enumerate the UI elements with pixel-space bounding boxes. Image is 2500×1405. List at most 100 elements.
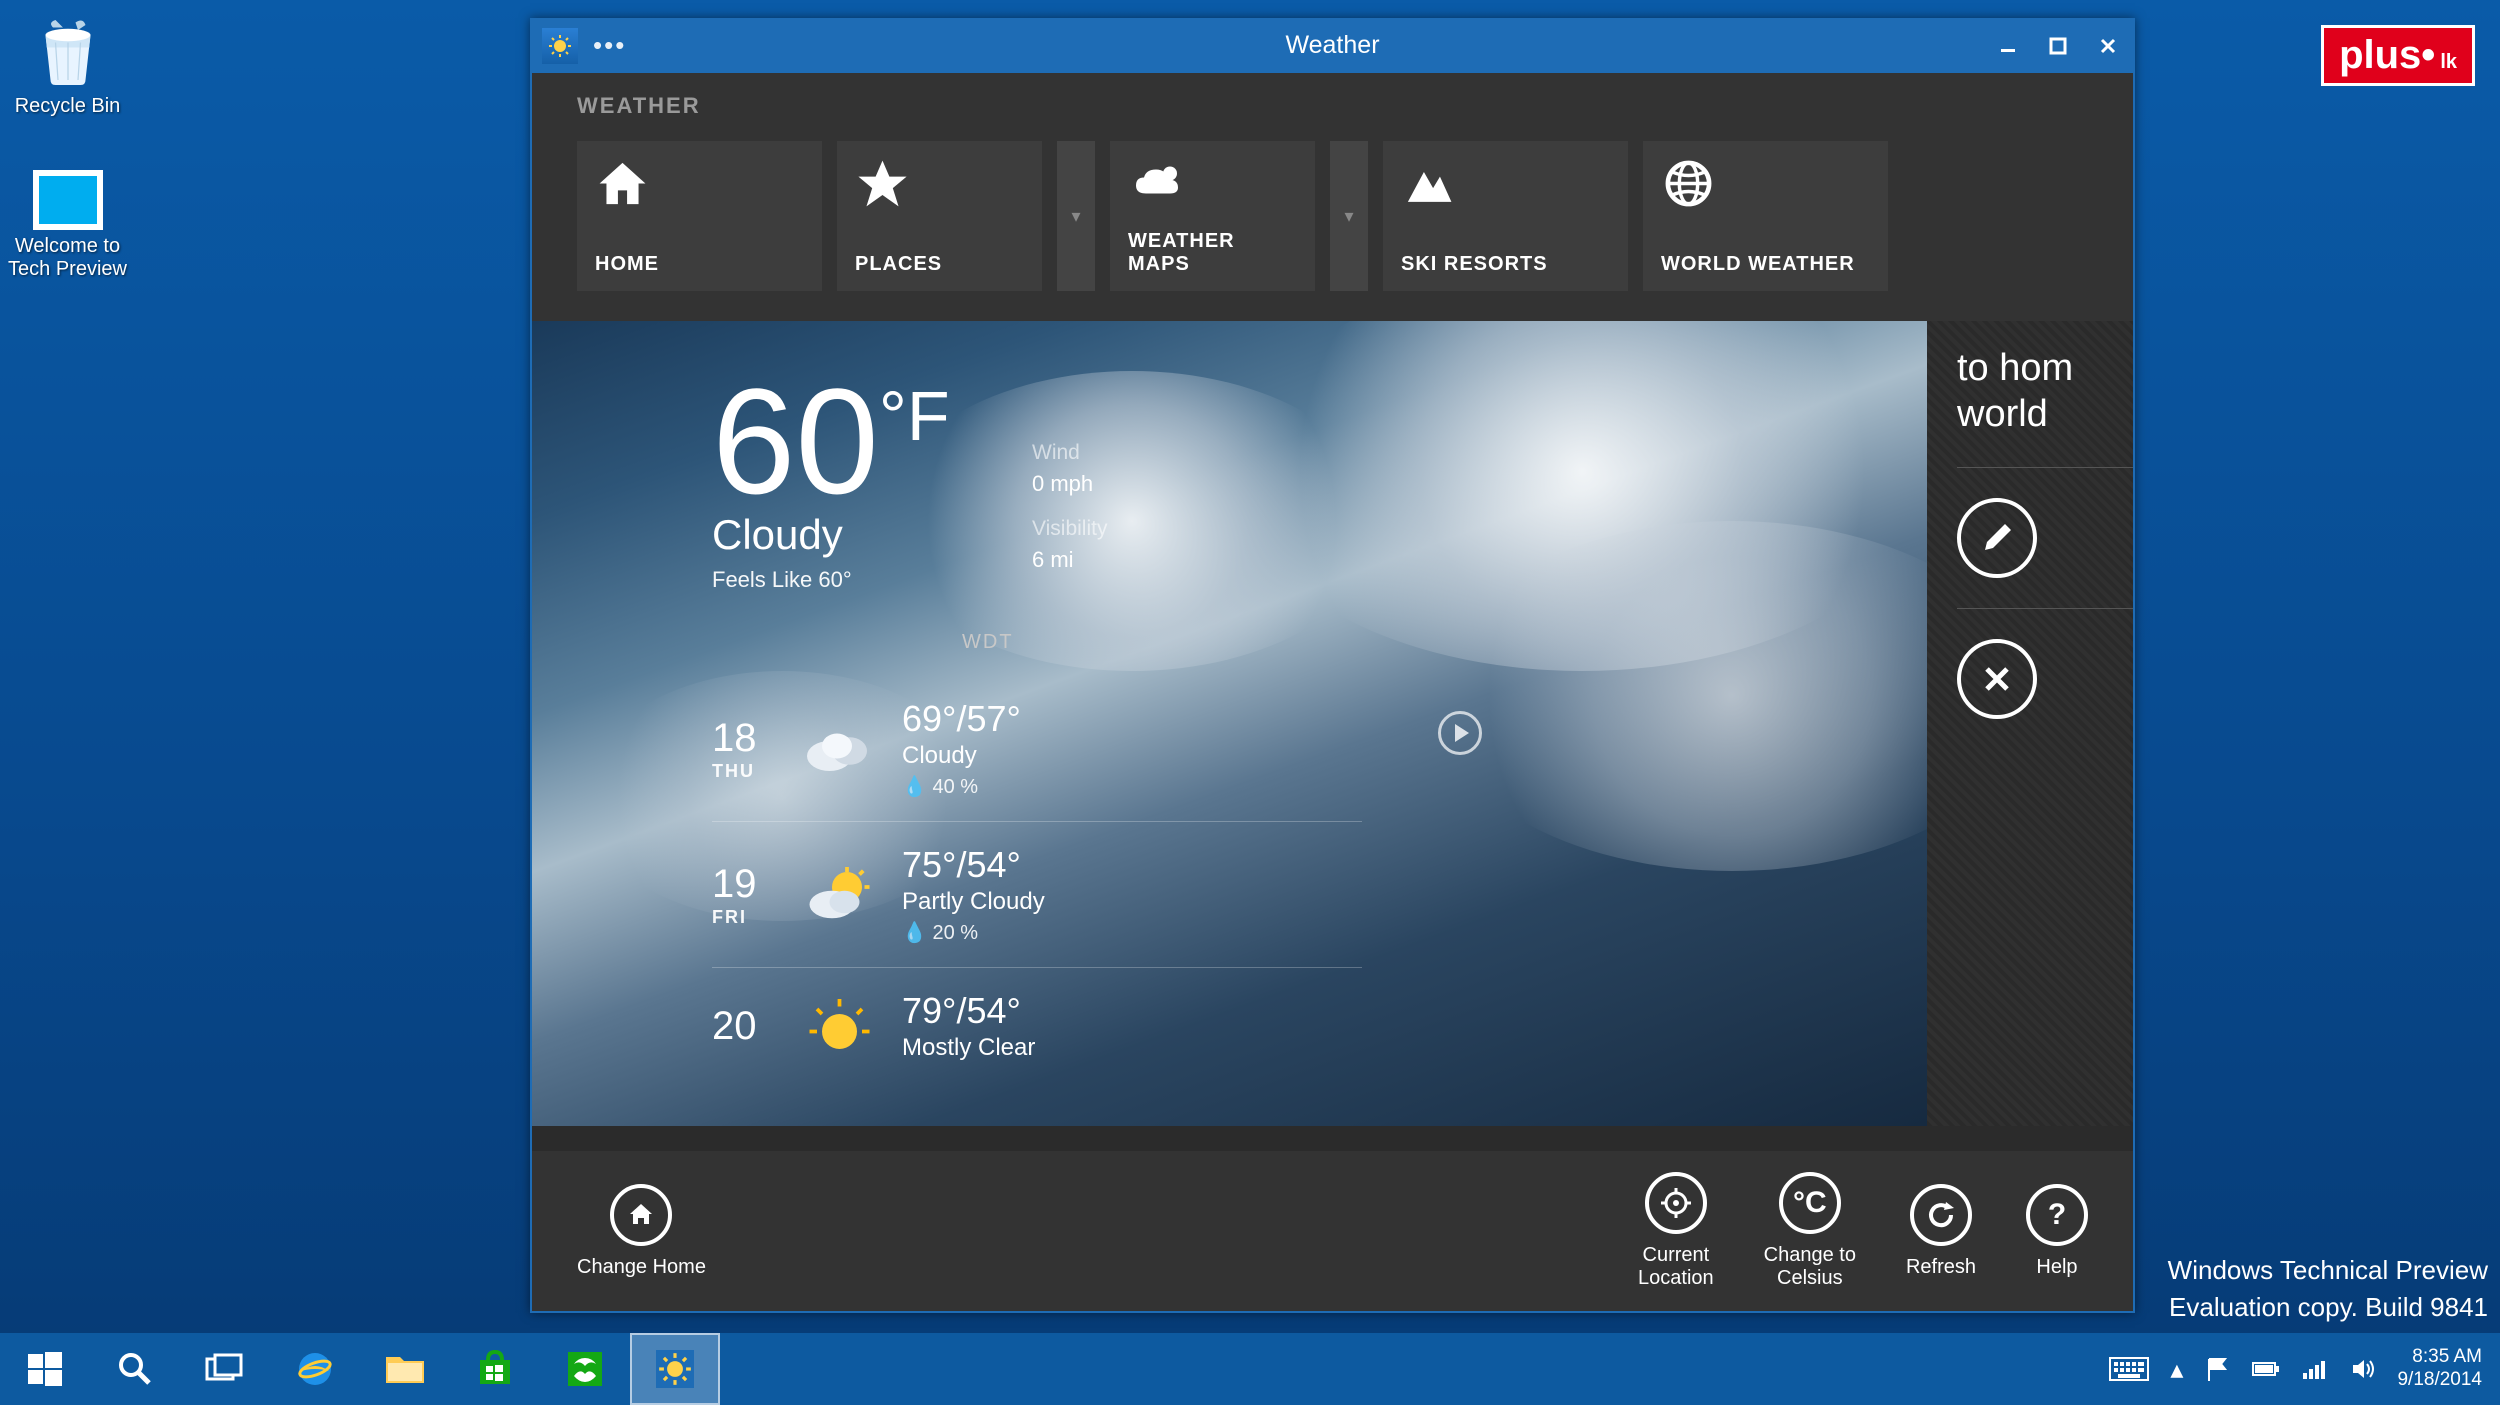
tile-ski-resorts[interactable]: SKI RESORTS [1383,141,1628,291]
forecast-precip: 💧 40 % [902,774,1021,799]
forecast-date: 20 [712,1004,802,1049]
close-button[interactable] [2083,18,2133,73]
visibility-value: 6 mi [1032,547,1107,573]
tile-home[interactable]: HOME [577,141,822,291]
logo-suffix: lk [2440,51,2457,74]
start-button[interactable] [0,1333,90,1405]
pencil-icon [1957,498,2037,578]
close-icon [1957,639,2037,719]
explorer-taskbar-button[interactable] [360,1333,450,1405]
battery-icon[interactable] [2251,1359,2281,1379]
tip-close-row[interactable] [1957,634,2133,724]
forecast-day[interactable]: 20 79°/54° Mostly Clear [712,968,1362,1084]
recycle-bin-label: Recycle Bin [5,95,130,118]
maximize-button[interactable] [2033,18,2083,73]
button-label: Help [2036,1256,2077,1279]
button-label: Change Home [577,1256,706,1279]
play-button[interactable] [1438,711,1482,755]
tile-label: HOME [595,253,804,276]
tech-preview-shortcut[interactable]: Welcome to Tech Preview [5,170,130,281]
help-button[interactable]: ? Help [2026,1184,2088,1279]
nav-section: WEATHER HOME PLACES ▾ WEATHER MAPS ▾ SKI… [532,73,2133,321]
star-icon [855,156,1024,216]
tip-edit-row[interactable] [1957,493,2133,583]
button-label: Refresh [1906,1256,1976,1279]
sunny-icon [802,999,902,1054]
tile-weather-maps[interactable]: WEATHER MAPS [1110,141,1315,291]
recycle-bin-icon [28,10,108,90]
tile-label: PLACES [855,253,1024,276]
date: 9/18/2014 [2397,1369,2482,1392]
wind-label: Wind [1032,441,1107,465]
button-label: Change to Celsius [1764,1244,1856,1290]
weather-taskbar-button[interactable] [630,1333,720,1405]
data-provider: WDT [962,631,1014,654]
forecast-date: 18 [712,716,802,761]
content-area: 60°F Cloudy Feels Like 60° Wind 0 mph Vi… [532,321,2133,1126]
taskbar[interactable]: ▴ 8:35 AM 9/18/2014 [0,1333,2500,1405]
time: 8:35 AM [2397,1346,2482,1369]
refresh-icon [1910,1184,1972,1246]
refresh-button[interactable]: Refresh [1906,1184,1976,1279]
change-home-button[interactable]: Change Home [577,1184,706,1279]
titlebar[interactable]: ••• Weather [532,18,2133,73]
weather-background: 60°F Cloudy Feels Like 60° Wind 0 mph Vi… [532,321,1927,1126]
windows-watermark: Windows Technical Preview Evaluation cop… [2168,1252,2488,1325]
xbox-taskbar-button[interactable] [540,1333,630,1405]
tip-heading: to homworld [1957,346,2133,437]
ie-taskbar-button[interactable] [270,1333,360,1405]
tech-preview-label: Welcome to Tech Preview [5,235,130,281]
tray-chevron-icon[interactable]: ▴ [2170,1354,2183,1385]
keyboard-icon[interactable] [2108,1354,2150,1384]
question-icon: ? [2026,1184,2088,1246]
flag-icon[interactable] [2203,1355,2231,1383]
plus-lk-logo: plus•lk [2321,25,2475,86]
wind-value: 0 mph [1032,471,1107,497]
minimize-button[interactable] [1983,18,2033,73]
tips-panel: to homworld [1927,321,2133,1126]
forecast-desc: Mostly Clear [902,1034,1035,1062]
task-view-button[interactable] [180,1333,270,1405]
recycle-bin[interactable]: Recycle Bin [5,10,130,118]
search-button[interactable] [90,1333,180,1405]
tile-label: WEATHER MAPS [1128,230,1297,276]
current-conditions: 60°F Cloudy Feels Like 60° [712,366,950,593]
network-icon[interactable] [2301,1357,2329,1381]
tile-world-weather[interactable]: WORLD WEATHER [1643,141,1888,291]
current-temperature: 60°F [712,366,950,516]
forecast-hilo: 79°/54° [902,990,1035,1032]
forecast-hilo: 69°/57° [902,698,1021,740]
volume-icon[interactable] [2349,1356,2377,1382]
clock[interactable]: 8:35 AM 9/18/2014 [2397,1346,2482,1392]
system-tray: ▴ 8:35 AM 9/18/2014 [2108,1346,2500,1392]
home-icon [610,1184,672,1246]
app-icon[interactable] [542,28,578,64]
weather-maps-dropdown[interactable]: ▾ [1330,141,1368,291]
weather-window: ••• Weather WEATHER HOME PLACES ▾ WEATHE… [530,18,2135,1313]
forecast-precip: 💧 20 % [902,920,1045,945]
forecast-hilo: 75°/54° [902,844,1045,886]
app-menu-button[interactable]: ••• [593,30,626,61]
current-location-button[interactable]: Current Location [1638,1172,1714,1290]
temp-unit: °F [879,377,950,455]
partly-cloudy-icon [802,867,902,922]
forecast-dow: FRI [712,907,802,928]
forecast-day[interactable]: 18THU 69°/57° Cloudy 💧 40 % [712,676,1362,822]
celsius-icon: °C [1779,1172,1841,1234]
windows-flag-icon [33,170,103,230]
target-icon [1645,1172,1707,1234]
condition-text: Cloudy [712,511,950,559]
visibility-label: Visibility [1032,517,1107,541]
mountain-icon [1401,156,1610,216]
forecast-desc: Cloudy [902,742,1021,770]
forecast-desc: Partly Cloudy [902,888,1045,916]
button-label: Current Location [1638,1244,1714,1290]
change-celsius-button[interactable]: °C Change to Celsius [1764,1172,1856,1290]
nav-label: WEATHER [577,93,2088,119]
store-taskbar-button[interactable] [450,1333,540,1405]
home-icon [595,156,804,216]
watermark-line: Windows Technical Preview [2168,1252,2488,1288]
tile-places[interactable]: PLACES [837,141,1042,291]
places-dropdown[interactable]: ▾ [1057,141,1095,291]
forecast-day[interactable]: 19FRI 75°/54° Partly Cloudy 💧 20 % [712,822,1362,968]
